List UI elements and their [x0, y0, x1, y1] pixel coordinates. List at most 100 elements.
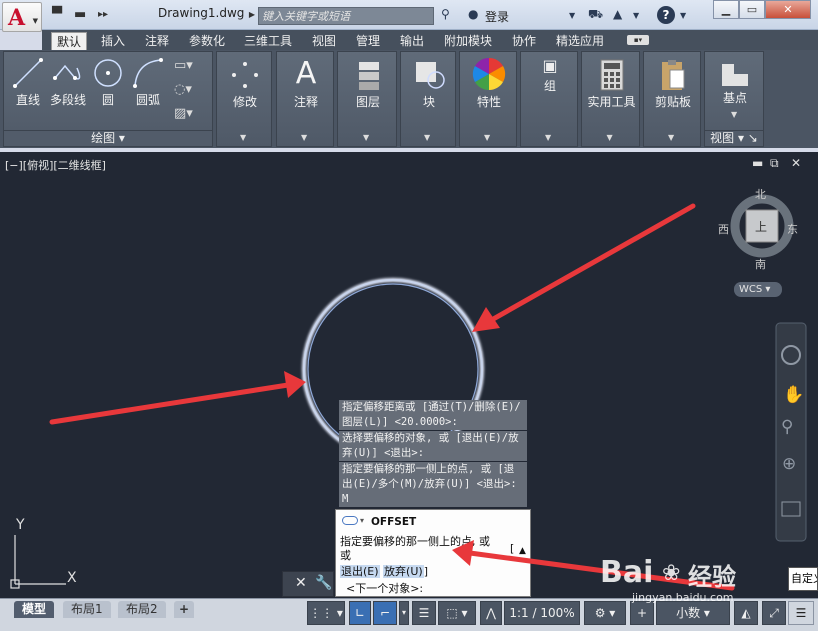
login-button[interactable]: 登录: [485, 8, 509, 25]
close-button[interactable]: ✕: [765, 0, 811, 19]
command-dropdown-icon[interactable]: ▾: [360, 516, 364, 525]
pan-hand-icon[interactable]: ✋: [783, 384, 804, 405]
application-menu-button[interactable]: A ▼: [2, 2, 42, 32]
help-dropdown-icon[interactable]: ▼: [680, 11, 686, 20]
exit-option[interactable]: 退出(E): [340, 565, 380, 578]
snap-button[interactable]: ∟: [349, 601, 371, 625]
exchange-dropdown-icon[interactable]: ▼: [633, 11, 639, 20]
transparency-button[interactable]: ⬚ ▾: [438, 601, 476, 625]
ribbon-tab-bar: 默认 插入 注释 参数化 三维工具 视图 管理 输出 附加模块 协作 精选应用 …: [42, 30, 818, 50]
tab-default[interactable]: 默认: [51, 32, 88, 50]
exchange-icon[interactable]: ▲: [613, 7, 622, 21]
orbit-icon[interactable]: ⊕: [782, 454, 796, 474]
draw-panel-footer[interactable]: 绘图 ▾: [4, 130, 212, 146]
panel-clipboard[interactable]: 剪贴板 ▼: [643, 51, 701, 147]
command-scroll-up-icon[interactable]: ▲: [519, 546, 526, 556]
panel-annotation[interactable]: A 注释 ▼: [276, 51, 334, 147]
zoom-icon[interactable]: ⚲: [781, 417, 793, 437]
annotation-scale[interactable]: 1:1 / 100% ▾: [504, 601, 580, 631]
viewcube-south[interactable]: 南: [755, 256, 766, 272]
ellipse-icon[interactable]: ◌▾: [174, 82, 192, 97]
help-icon[interactable]: ?: [657, 6, 675, 24]
viewcube-east[interactable]: 东: [787, 221, 798, 237]
tab-addins[interactable]: 附加模块: [439, 32, 497, 50]
history-line: 指定要偏移的那一侧上的点, 或 [退出(E)/多个(M)/放弃(U)] <退出>…: [339, 462, 527, 507]
isolate-objects-icon[interactable]: ◭: [734, 601, 758, 625]
clipboard-label: 剪贴板: [654, 95, 691, 109]
layers-icon: [359, 62, 379, 90]
tab-layout2[interactable]: 布局2: [118, 601, 166, 618]
block-dropdown-icon: ▼: [424, 133, 431, 142]
minimize-button[interactable]: ▁: [713, 0, 739, 19]
workspace-gear-icon[interactable]: ⚙ ▾: [584, 601, 626, 625]
panel-group[interactable]: ▣ 组 ▼: [520, 51, 578, 147]
new-file-icon[interactable]: ▀: [52, 7, 62, 22]
annotation-visibility-icon[interactable]: ⋀: [480, 601, 502, 625]
wcs-menu[interactable]: WCS ▾: [734, 282, 782, 297]
maximize-button[interactable]: ▭: [739, 0, 765, 19]
tab-layout1[interactable]: 布局1: [63, 601, 111, 618]
viewcube-top-label[interactable]: 上: [755, 218, 767, 235]
customization-menu-icon[interactable]: ☰: [788, 601, 814, 625]
panel-draw: 直线 多段线 圆 圆弧 ▭▾ ◌▾ ▨▾ 绘图 ▾: [3, 51, 213, 147]
ortho-button[interactable]: ⌐: [373, 601, 397, 625]
search-expand-icon[interactable]: ▶: [247, 7, 257, 23]
arrow-left: [49, 382, 291, 425]
viewcube-west[interactable]: 西: [718, 221, 729, 237]
polyline-button[interactable]: 多段线: [46, 56, 90, 108]
panel-modify[interactable]: 修改 ▼: [216, 51, 272, 147]
viewcube-north[interactable]: 北: [755, 186, 766, 202]
tab-output[interactable]: 输出: [395, 32, 429, 50]
panel-properties[interactable]: 特性 ▼: [459, 51, 517, 147]
history-line: 指定偏移距离或 [通过(T)/删除(E)/图层(L)] <20.0000>:: [339, 400, 527, 430]
tab-collaborate[interactable]: 协作: [507, 32, 541, 50]
hatch-icon[interactable]: ▨▾: [174, 106, 193, 121]
circle-button[interactable]: 圆: [90, 56, 126, 108]
command-close-icon[interactable]: ✕: [295, 575, 307, 591]
tab-3d-tools[interactable]: 三维工具: [239, 32, 297, 50]
cart-icon[interactable]: ⛟: [588, 7, 603, 23]
tab-insert[interactable]: 插入: [96, 32, 130, 50]
panel-block[interactable]: 块 ▼: [400, 51, 456, 147]
lineweight-button[interactable]: ☰: [412, 601, 436, 625]
rectangle-icon[interactable]: ▭▾: [174, 58, 193, 73]
tab-model[interactable]: 模型: [14, 601, 55, 618]
basepoint-button[interactable]: 基点: [705, 60, 765, 106]
group-icon: ▣: [542, 56, 558, 75]
tab-manage[interactable]: 管理: [351, 32, 385, 50]
ribbon-minimize-icon[interactable]: ▪▾: [627, 35, 649, 45]
command-prompt: 指定要偏移的那一侧上的点, 或: [340, 535, 490, 548]
grid-button[interactable]: ⋮⋮ ▾: [307, 601, 345, 625]
panel-layers[interactable]: 图层 ▼: [337, 51, 397, 147]
tab-parametric[interactable]: 参数化: [184, 32, 230, 50]
line-button[interactable]: 直线: [8, 56, 48, 108]
command-wrench-icon[interactable]: 🔧: [315, 575, 332, 591]
tab-annotate[interactable]: 注释: [140, 32, 174, 50]
document-title: Drawing1.dwg: [158, 6, 245, 20]
panel-utilities[interactable]: 实用工具 ▼: [581, 51, 640, 147]
polyline-icon: [53, 64, 81, 80]
modify-group: 修改: [217, 58, 273, 110]
block-label: 块: [422, 95, 435, 109]
units-dropdown[interactable]: 小数 ▾: [656, 601, 730, 625]
login-dropdown-icon[interactable]: ▼: [569, 11, 575, 20]
open-folder-icon[interactable]: ▬: [74, 7, 86, 22]
qat-expand-icon[interactable]: ▸▸: [98, 9, 108, 20]
tab-featured-apps[interactable]: 精选应用: [551, 32, 609, 50]
add-layout-button[interactable]: +: [174, 601, 195, 618]
fullscreen-icon[interactable]: ⤢: [762, 601, 786, 625]
binoculars-icon[interactable]: ⚲: [441, 7, 450, 21]
undo-option[interactable]: 放弃(U): [383, 565, 424, 578]
ortho-dropdown-icon[interactable]: ▾: [399, 601, 409, 625]
basepoint-dropdown-icon[interactable]: ▼: [731, 110, 737, 119]
command-line[interactable]: ▾ OFFSET 指定要偏移的那一侧上的点, 或 [ ▲ 或 退出(E) 放弃(…: [335, 509, 531, 597]
tab-view[interactable]: 视图: [307, 32, 341, 50]
view-panel-footer[interactable]: 视图 ▾ ↘: [705, 130, 763, 146]
search-input[interactable]: [259, 8, 433, 24]
plus-button[interactable]: +: [630, 601, 654, 625]
search-field[interactable]: [258, 7, 434, 25]
annotation-scale-value: 1:1 / 100%: [509, 606, 575, 620]
user-icon[interactable]: ●: [468, 7, 478, 21]
arrow-upper-right: [485, 203, 696, 325]
arc-button[interactable]: 圆弧: [130, 56, 166, 108]
